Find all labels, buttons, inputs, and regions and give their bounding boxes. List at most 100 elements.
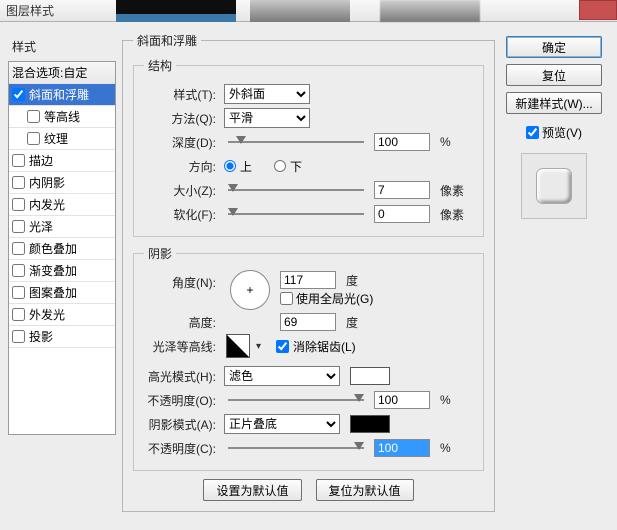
style-check-bevel[interactable]	[12, 88, 25, 101]
highlight-opacity-input[interactable]	[374, 391, 430, 409]
style-item-label: 图案叠加	[29, 284, 77, 301]
style-item-texture[interactable]: 纹理	[9, 128, 115, 150]
style-item-label: 光泽	[29, 218, 53, 235]
style-item-label: 描边	[29, 152, 53, 169]
shadow-color-swatch[interactable]	[350, 415, 390, 433]
style-check-satin[interactable]	[12, 220, 25, 233]
style-item-color-overlay[interactable]: 颜色叠加	[9, 238, 115, 260]
bevel-panel-title: 斜面和浮雕	[133, 32, 201, 49]
direction-down-radio[interactable]	[274, 160, 286, 172]
angle-dial[interactable]: +	[230, 270, 270, 310]
direction-down-label: 下	[290, 158, 302, 175]
style-item-gradient-overlay[interactable]: 渐变叠加	[9, 260, 115, 282]
direction-up-radio[interactable]	[224, 160, 236, 172]
highlight-opacity-slider[interactable]	[228, 396, 364, 404]
style-check-texture[interactable]	[27, 132, 40, 145]
blend-options-label: 混合选项:自定	[12, 64, 87, 81]
shadow-mode-select[interactable]: 正片叠底	[224, 414, 340, 434]
chevron-down-icon[interactable]: ▾	[256, 341, 266, 352]
window-close-button[interactable]	[579, 0, 617, 20]
blend-options-row[interactable]: 混合选项:自定	[9, 62, 115, 84]
bg-artifact	[116, 0, 236, 14]
titlebar: 图层样式	[0, 0, 617, 22]
style-check-inner-glow[interactable]	[12, 198, 25, 211]
style-item-inner-shadow[interactable]: 内阴影	[9, 172, 115, 194]
soften-slider[interactable]	[228, 210, 364, 218]
window-title: 图层样式	[6, 2, 54, 19]
style-item-contour[interactable]: 等高线	[9, 106, 115, 128]
style-item-label: 颜色叠加	[29, 240, 77, 257]
preview-row[interactable]: 预览(V)	[526, 124, 582, 141]
global-light-check[interactable]	[280, 292, 293, 305]
style-check-drop-shadow[interactable]	[12, 330, 25, 343]
structure-group: 结构 样式(T): 外斜面 方法(Q): 平滑 深度(D): % 方向:	[133, 57, 484, 237]
antialias-label: 消除锯齿(L)	[293, 338, 356, 355]
shading-legend: 阴影	[144, 245, 176, 262]
angle-input[interactable]	[280, 271, 336, 289]
cancel-button[interactable]: 复位	[506, 64, 602, 86]
style-check-stroke[interactable]	[12, 154, 25, 167]
technique-label: 方法(Q):	[144, 110, 220, 127]
bevel-panel: 斜面和浮雕 结构 样式(T): 外斜面 方法(Q): 平滑 深度(D): %	[122, 32, 495, 512]
new-style-button[interactable]: 新建样式(W)...	[506, 92, 602, 114]
gloss-contour-picker[interactable]	[226, 334, 250, 358]
preview-box	[521, 153, 587, 219]
style-check-contour[interactable]	[27, 110, 40, 123]
depth-input[interactable]	[374, 133, 430, 151]
depth-label: 深度(D):	[144, 134, 220, 151]
altitude-input[interactable]	[280, 313, 336, 331]
highlight-opacity-unit: %	[440, 393, 451, 407]
style-check-color-overlay[interactable]	[12, 242, 25, 255]
style-check-pattern-overlay[interactable]	[12, 286, 25, 299]
style-list: 混合选项:自定 斜面和浮雕 等高线 纹理 描边 内阴影	[8, 61, 116, 435]
size-input[interactable]	[374, 181, 430, 199]
direction-label: 方向:	[144, 158, 220, 175]
style-item-drop-shadow[interactable]: 投影	[9, 326, 115, 348]
style-item-bevel[interactable]: 斜面和浮雕	[9, 84, 115, 106]
size-slider[interactable]	[228, 186, 364, 194]
antialias-check[interactable]	[276, 340, 289, 353]
shadow-mode-label: 阴影模式(A):	[144, 416, 220, 433]
technique-select[interactable]: 平滑	[224, 108, 310, 128]
shadow-opacity-input[interactable]	[374, 439, 430, 457]
shadow-opacity-unit: %	[440, 441, 451, 455]
soften-label: 软化(F):	[144, 206, 220, 223]
style-item-outer-glow[interactable]: 外发光	[9, 304, 115, 326]
highlight-mode-select[interactable]: 滤色	[224, 366, 340, 386]
shading-group: 阴影 角度(N): + 度 使用全局光(G)	[133, 245, 484, 471]
shadow-opacity-label: 不透明度(C):	[144, 440, 220, 457]
style-item-satin[interactable]: 光泽	[9, 216, 115, 238]
highlight-color-swatch[interactable]	[350, 367, 390, 385]
reset-default-button[interactable]: 复位为默认值	[316, 479, 414, 501]
style-select[interactable]: 外斜面	[224, 84, 310, 104]
preview-label: 预览(V)	[542, 124, 582, 141]
highlight-opacity-label: 不透明度(O):	[144, 392, 220, 409]
style-item-label: 斜面和浮雕	[29, 86, 89, 103]
style-check-gradient-overlay[interactable]	[12, 264, 25, 277]
bg-artifact	[380, 0, 480, 22]
shadow-opacity-slider[interactable]	[228, 444, 364, 452]
make-default-button[interactable]: 设置为默认值	[203, 479, 301, 501]
style-item-label: 渐变叠加	[29, 262, 77, 279]
crosshair-icon: +	[246, 283, 253, 297]
soften-input[interactable]	[374, 205, 430, 223]
style-item-pattern-overlay[interactable]: 图案叠加	[9, 282, 115, 304]
style-check-inner-shadow[interactable]	[12, 176, 25, 189]
style-list-empty	[9, 348, 115, 434]
style-check-outer-glow[interactable]	[12, 308, 25, 321]
preview-check[interactable]	[526, 126, 539, 139]
style-item-stroke[interactable]: 描边	[9, 150, 115, 172]
soften-unit: 像素	[440, 206, 464, 223]
preview-swatch	[537, 169, 571, 203]
depth-slider[interactable]	[228, 138, 364, 146]
angle-unit: 度	[346, 272, 358, 289]
size-label: 大小(Z):	[144, 182, 220, 199]
bg-artifact	[116, 14, 236, 22]
style-item-inner-glow[interactable]: 内发光	[9, 194, 115, 216]
style-item-label: 投影	[29, 328, 53, 345]
size-unit: 像素	[440, 182, 464, 199]
global-light-row[interactable]: 使用全局光(G)	[280, 290, 373, 307]
ok-label: 确定	[542, 39, 566, 56]
style-item-label: 内发光	[29, 196, 65, 213]
ok-button[interactable]: 确定	[506, 36, 602, 58]
